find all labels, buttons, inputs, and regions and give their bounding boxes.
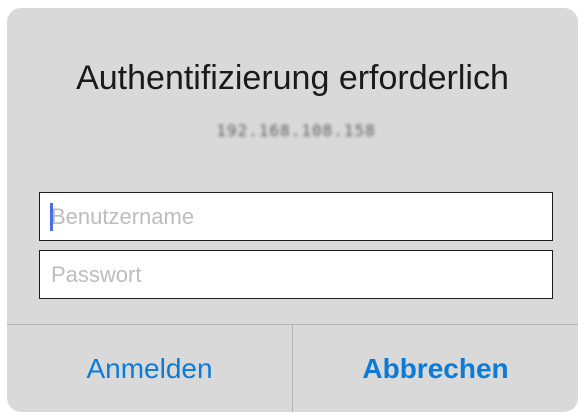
dialog-actions: Anmelden Abbrechen — [7, 324, 578, 412]
username-field[interactable] — [39, 192, 553, 241]
cancel-button[interactable]: Abbrechen — [293, 325, 578, 412]
host-address: 192.168.108.158 — [216, 121, 376, 140]
password-field[interactable] — [39, 250, 553, 299]
dialog-title: Authentifizierung erforderlich — [76, 59, 509, 97]
text-cursor — [50, 203, 53, 231]
username-input[interactable] — [40, 193, 552, 240]
login-button[interactable]: Anmelden — [7, 325, 292, 412]
password-input[interactable] — [40, 251, 552, 298]
auth-dialog: Authentifizierung erforderlich 192.168.1… — [7, 8, 578, 412]
